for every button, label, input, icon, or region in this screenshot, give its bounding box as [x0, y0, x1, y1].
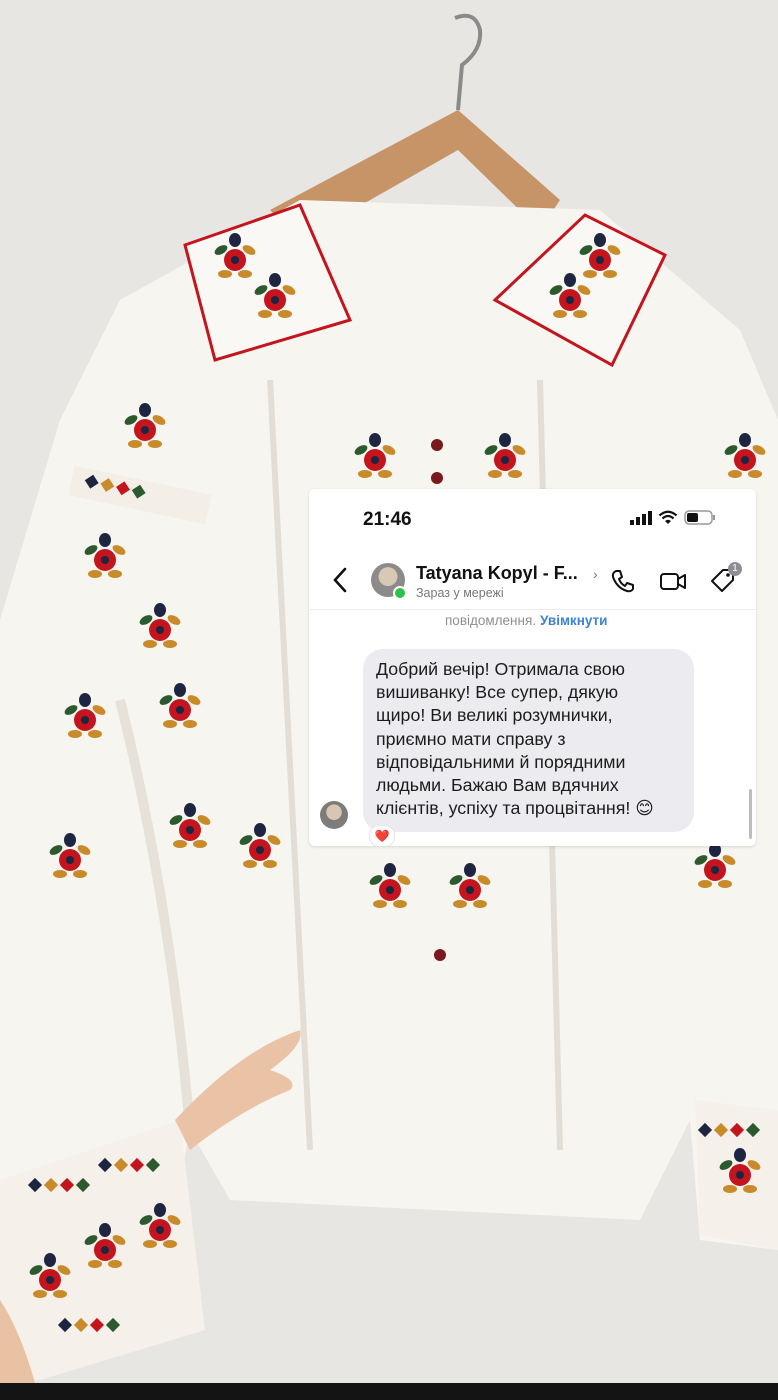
chat-screenshot: 21:46 Tatyana Kopyl - F... › Зараз у мер…: [309, 489, 756, 846]
wifi-icon: [658, 510, 678, 524]
bottom-bar: [0, 1383, 778, 1400]
heart-reaction[interactable]: ❤️: [369, 825, 395, 846]
phone-icon[interactable]: [609, 567, 637, 595]
message-line: Добрий вечір! Отримала свою: [376, 659, 626, 679]
enable-link[interactable]: Увімкнути: [540, 613, 607, 628]
signal-icon: [630, 510, 652, 525]
battery-icon: [684, 510, 715, 525]
contact-name[interactable]: Tatyana Kopyl - F...: [416, 563, 578, 584]
sender-avatar[interactable]: [320, 801, 348, 829]
message-line: приємно мати справу з: [376, 728, 566, 749]
scrollbar[interactable]: [749, 789, 752, 839]
video-call-icon[interactable]: [659, 567, 687, 595]
notice-text: повідомлення.: [445, 613, 537, 628]
back-arrow-icon[interactable]: [331, 567, 349, 593]
message-bubble[interactable]: Добрий вечір! Отримала свою вишиванку! В…: [363, 649, 694, 832]
presence-status: Зараз у мережі: [416, 586, 504, 600]
chevron-right-icon: ›: [593, 566, 598, 582]
message-line: щиро! Ви великі розумнички,: [376, 705, 613, 726]
message-line: відповідальними й порядними: [376, 751, 626, 772]
header-divider: [309, 609, 756, 610]
notifications-notice: повідомлення. Увімкнути: [445, 613, 607, 628]
status-icons: [630, 510, 716, 525]
online-indicator: [393, 586, 407, 600]
tag-badge: 1: [728, 562, 742, 576]
message-line: людьми. Бажаю Вам вдячних: [376, 775, 619, 796]
status-time: 21:46: [363, 509, 412, 530]
message-line: клієнтів, успіху та процвітання! 😊: [376, 798, 654, 819]
message-line: вишиванку! Все супер, дякую: [376, 682, 619, 703]
